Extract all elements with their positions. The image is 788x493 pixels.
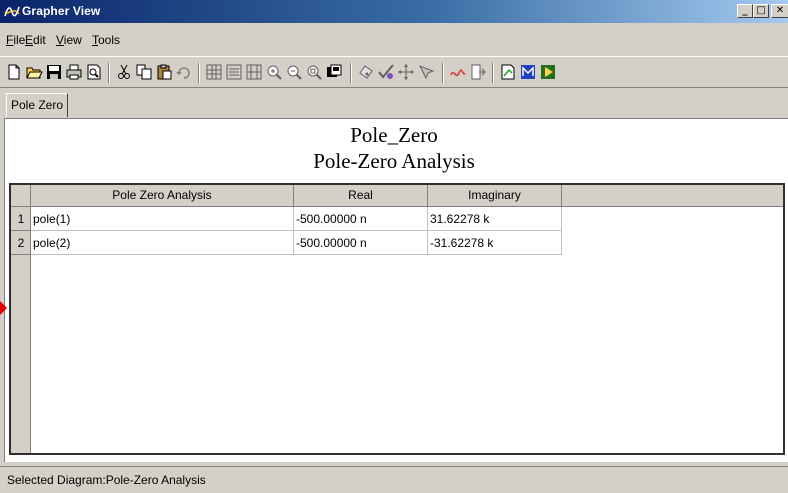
grapher-app-icon[interactable] <box>4 4 20 19</box>
status-bar: Selected Diagram:Pole-Zero Analysis <box>0 466 788 493</box>
print-icon[interactable] <box>64 62 84 82</box>
cell-pole-1-real[interactable]: -500.00000 n <box>294 207 428 231</box>
splitter-marker-icon[interactable] <box>0 301 7 315</box>
undo-icon[interactable] <box>174 62 194 82</box>
minimize-button[interactable]: _ <box>737 4 753 18</box>
run-icon[interactable] <box>538 62 558 82</box>
column-header-real[interactable]: Real <box>294 185 428 207</box>
row-header-1[interactable]: 1 <box>11 207 31 231</box>
row-header-2[interactable]: 2 <box>11 231 31 255</box>
corner-header[interactable] <box>11 185 31 207</box>
new-document-icon[interactable] <box>4 62 24 82</box>
window-title: Grapher View <box>22 4 101 18</box>
cell-pole-1-name[interactable]: pole(1) <box>31 207 294 231</box>
title-bar[interactable]: Grapher View _ □ ✕ <box>0 0 788 23</box>
column-header-pole-zero[interactable]: Pole Zero Analysis <box>31 185 294 207</box>
cell-pole-2-imaginary[interactable]: -31.62278 k <box>428 231 562 255</box>
print-preview-icon[interactable] <box>84 62 104 82</box>
mathcad-export-icon[interactable] <box>518 62 538 82</box>
row-header-gutter: 1 2 <box>11 207 31 453</box>
column-header-empty <box>562 185 783 207</box>
zoom-fit-icon[interactable] <box>304 62 324 82</box>
toggle-grid-icon[interactable] <box>204 62 224 82</box>
diagram-subtitle: Pole-Zero Analysis <box>313 149 475 173</box>
toolbar <box>0 56 788 88</box>
properties-icon[interactable] <box>498 62 518 82</box>
zoom-out-icon[interactable] <box>284 62 304 82</box>
status-text: Selected Diagram:Pole-Zero Analysis <box>7 473 206 487</box>
menu-file[interactable]: File <box>6 33 25 47</box>
move-cursor-icon[interactable] <box>396 62 416 82</box>
add-trace-icon[interactable] <box>448 62 468 82</box>
grapher-view-window: Grapher View _ □ ✕ File Edit View Tools <box>0 0 788 493</box>
maximize-button[interactable]: □ <box>753 4 769 18</box>
tab-pole-zero[interactable]: Pole Zero <box>6 93 69 117</box>
menu-tools[interactable]: Tools <box>92 33 120 47</box>
check-marks-icon[interactable] <box>376 62 396 82</box>
cell-pole-2-name[interactable]: pole(2) <box>31 231 294 255</box>
tab-strip: Pole Zero <box>0 89 788 119</box>
toggle-legend-icon[interactable] <box>224 62 244 82</box>
paste-icon[interactable] <box>154 62 174 82</box>
export-icon[interactable] <box>468 62 488 82</box>
column-header-imaginary[interactable]: Imaginary <box>428 185 562 207</box>
cell-pole-1-imaginary[interactable]: 31.62278 k <box>428 207 562 231</box>
menu-edit[interactable]: Edit <box>25 33 46 47</box>
diagram-title: Pole_Zero <box>350 123 438 147</box>
cursor-tools-icon[interactable] <box>416 62 436 82</box>
results-table[interactable]: Pole Zero Analysis Real Imaginary 1 2 po… <box>9 183 785 455</box>
overlay-plots-icon[interactable] <box>324 62 344 82</box>
open-folder-icon[interactable] <box>24 62 44 82</box>
cell-pole-2-real[interactable]: -500.00000 n <box>294 231 428 255</box>
toggle-cursors-icon[interactable] <box>244 62 264 82</box>
select-traces-icon[interactable] <box>356 62 376 82</box>
menu-view[interactable]: View <box>56 33 82 47</box>
copy-icon[interactable] <box>134 62 154 82</box>
zoom-in-icon[interactable] <box>264 62 284 82</box>
save-icon[interactable] <box>44 62 64 82</box>
cut-icon[interactable] <box>114 62 134 82</box>
diagram-panel: Pole_Zero Pole-Zero Analysis Pole Zero A… <box>4 118 788 462</box>
close-button[interactable]: ✕ <box>771 4 788 18</box>
